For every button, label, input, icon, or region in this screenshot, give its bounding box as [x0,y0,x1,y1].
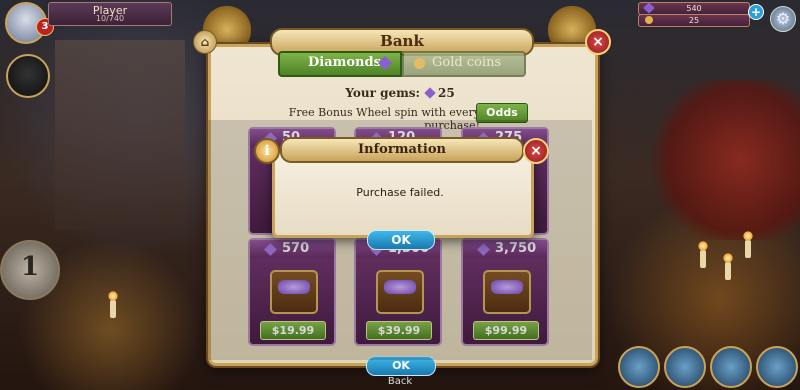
candle-icon [698,241,708,268]
settings-gear-icon[interactable]: ⚙ [770,6,796,32]
background-building [55,40,185,230]
candle-icon [723,253,733,280]
bank-home-icon[interactable]: ⌂ [193,30,217,54]
medal-label: 1 [20,252,40,282]
coin-icon [414,58,425,69]
your-gems-value: 25 [437,86,455,100]
candle-icon [743,231,753,258]
bank-close-button[interactable]: × [585,29,611,55]
candle-icon [108,291,118,318]
coins-count: 25 [688,16,700,25]
your-gems-label: Your gems: [345,86,420,100]
coins-counter: 25 [638,14,750,27]
info-icon: i [254,138,280,164]
gems-count: 540 [686,4,702,13]
your-gems: Your gems: 25 [300,86,500,100]
gem-icon [424,87,436,99]
back-label[interactable]: Back [380,376,420,387]
tab-gold-coins-label: Gold coins [432,55,502,70]
hud-scroll-icon[interactable] [664,346,706,388]
player-xp: 10/740 [95,14,125,23]
tab-diamonds[interactable]: Diamonds [278,51,402,77]
plague-doctor-icon[interactable] [6,54,50,98]
tab-gold-coins[interactable]: Gold coins [402,51,526,77]
tab-diamonds-label: Diamonds [308,55,381,70]
gem-icon [643,2,655,14]
information-title: Information [280,137,524,163]
information-close-button[interactable]: × [523,138,549,164]
add-currency-button[interactable]: + [748,4,764,20]
coin-icon [645,16,653,24]
medal-icon[interactable]: 1 [0,240,60,300]
information-message: Purchase failed. [356,186,444,199]
player-info-bar[interactable]: Player 10/740 [48,2,172,26]
information-ok-button[interactable]: OK [367,230,435,250]
background-red-tree [650,80,800,240]
hud-compass-icon[interactable] [618,346,660,388]
hud-map-icon[interactable] [710,346,752,388]
bank-tabs: Diamonds Gold coins [278,51,526,77]
hud-quest-icon[interactable] [756,346,798,388]
